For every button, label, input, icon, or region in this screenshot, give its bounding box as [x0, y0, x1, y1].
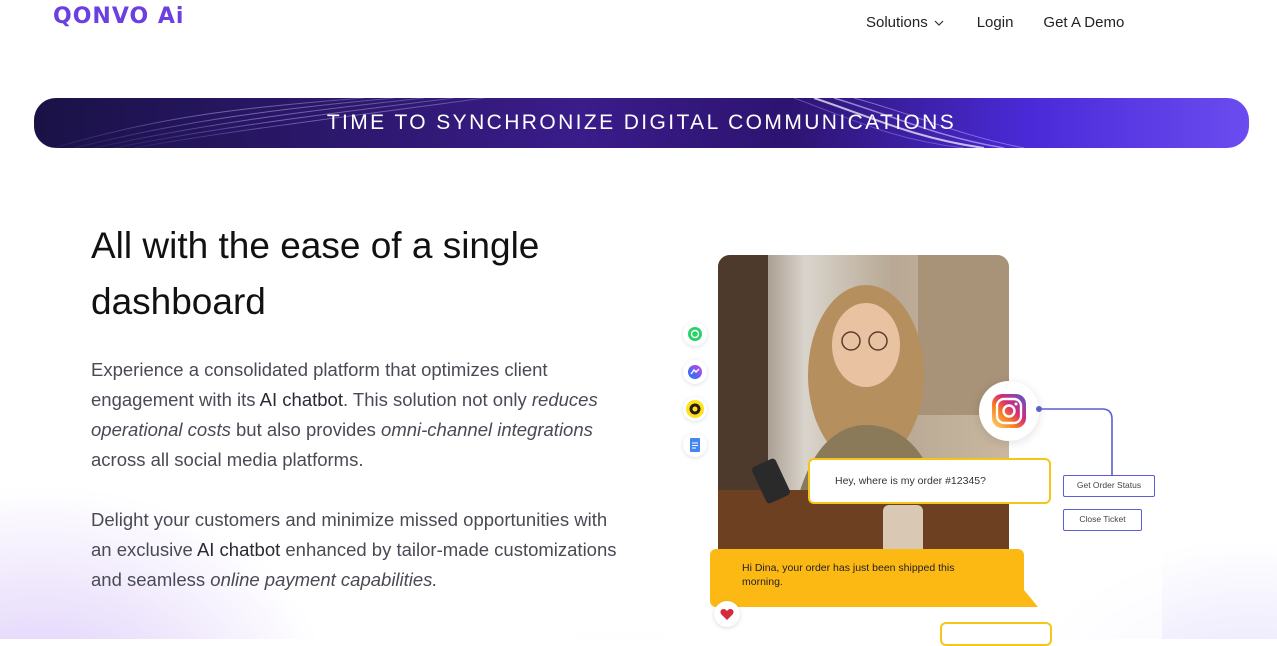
- nav-solutions[interactable]: Solutions: [866, 14, 944, 31]
- nav-login[interactable]: Login: [977, 14, 1014, 31]
- para1-text: . This solution not only: [342, 389, 532, 410]
- hero-heading: All with the ease of a single dashboard: [91, 225, 540, 322]
- customer-message-text: Hey, where is my order #12345?: [835, 475, 986, 487]
- qonvo-logo[interactable]: QONVO Ai: [53, 4, 184, 29]
- hero-paragraph-1: Experience a consolidated platform that …: [91, 355, 631, 475]
- hero-paragraph-2: Delight your customers and minimize miss…: [91, 505, 631, 595]
- announcement-banner: TIME TO SYNCHRONIZE DIGITAL COMMUNICATIO…: [34, 98, 1249, 148]
- messenger-icon: [683, 360, 707, 384]
- para2-ai-chatbot: AI chatbot: [196, 539, 281, 560]
- nav-solutions-label: Solutions: [866, 14, 928, 31]
- whatsapp-icon: [683, 322, 707, 346]
- para1-ai-chatbot: AI chatbot: [259, 389, 343, 410]
- customer-message-bubble: Hey, where is my order #12345?: [808, 458, 1051, 504]
- get-order-status-button[interactable]: Get Order Status: [1063, 475, 1155, 497]
- banner-text: TIME TO SYNCHRONIZE DIGITAL COMMUNICATIO…: [326, 111, 957, 134]
- heart-icon: [714, 601, 740, 627]
- nav-get-demo[interactable]: Get A Demo: [1043, 14, 1124, 31]
- para1-text: but also provides: [230, 419, 382, 440]
- google-docs-icon: [683, 433, 707, 457]
- bot-reply-text: Hi Dina, your order has just been shippe…: [742, 562, 955, 588]
- main-nav: Solutions Login Get A Demo: [866, 14, 1124, 31]
- para2-emphasis: online payment capabilities.: [210, 569, 438, 590]
- para1-emphasis: omni-channel integrations: [381, 419, 593, 440]
- next-message-bubble: [940, 622, 1052, 646]
- chevron-down-icon: [934, 20, 944, 26]
- customer-photo: [718, 255, 1009, 567]
- close-ticket-button[interactable]: Close Ticket: [1063, 509, 1142, 531]
- bot-reply-bubble: Hi Dina, your order has just been shippe…: [710, 549, 1024, 607]
- bubble-tail: [1010, 590, 1038, 607]
- mailchimp-icon: [683, 397, 707, 421]
- para1-text: across all social media platforms.: [91, 449, 364, 470]
